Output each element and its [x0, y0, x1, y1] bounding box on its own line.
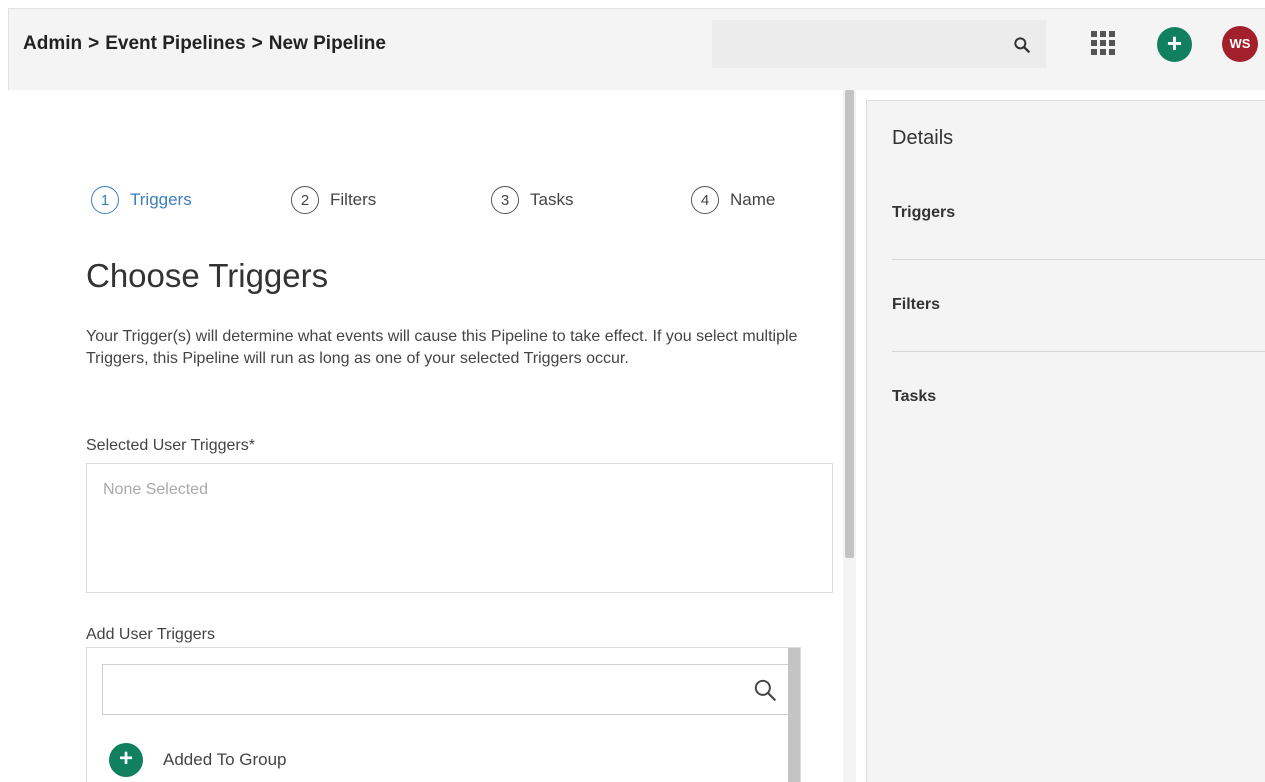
apps-grid-icon[interactable] [1091, 31, 1115, 55]
details-section-tasks: Tasks [892, 388, 937, 405]
avatar[interactable]: WS [1222, 26, 1258, 62]
step-number: 3 [491, 186, 519, 214]
page-description: Your Trigger(s) will determine what even… [86, 328, 798, 367]
details-panel: Details Triggers Filters Tasks [866, 100, 1265, 782]
trigger-search[interactable] [102, 664, 789, 715]
main-panel: 1 Triggers 2 Filters 3 Tasks 4 Name Choo… [0, 90, 843, 782]
step-triggers[interactable]: 1 Triggers [91, 186, 192, 214]
selected-triggers-label: Selected User Triggers* [86, 437, 255, 454]
step-tasks[interactable]: 3 Tasks [491, 186, 573, 214]
page-title: Choose Triggers [86, 257, 329, 294]
breadcrumb-new-pipeline: New Pipeline [268, 33, 386, 54]
add-new-button[interactable]: + [1157, 27, 1192, 62]
add-triggers-panel: + Added To Group [86, 647, 801, 782]
step-filters[interactable]: 2 Filters [291, 186, 376, 214]
breadcrumb-event-pipelines[interactable]: Event Pipelines [105, 33, 245, 55]
stepper: 1 Triggers 2 Filters 3 Tasks 4 Name [91, 186, 801, 216]
search-icon[interactable] [752, 677, 778, 703]
step-number: 2 [291, 186, 319, 214]
none-selected-placeholder: None Selected [103, 481, 208, 498]
add-triggers-label: Add User Triggers [86, 626, 215, 643]
global-search-input[interactable] [712, 20, 1002, 68]
step-label: Name [730, 190, 776, 209]
trigger-item[interactable]: + Added To Group [109, 743, 287, 777]
trigger-item-label: Added To Group [163, 750, 287, 769]
plus-icon[interactable]: + [109, 743, 143, 777]
breadcrumb-admin[interactable]: Admin [23, 33, 82, 55]
step-number: 1 [91, 186, 119, 214]
search-icon[interactable] [1012, 35, 1032, 55]
breadcrumb: Admin > Event Pipelines > New Pipeline [23, 33, 386, 55]
details-section-triggers: Triggers [892, 204, 956, 221]
details-section-filters: Filters [892, 296, 941, 313]
details-heading: Details [892, 127, 954, 149]
step-label: Triggers [130, 190, 192, 209]
scrollbar-thumb[interactable] [845, 90, 854, 558]
trigger-search-input[interactable] [103, 665, 743, 714]
step-name[interactable]: 4 Name [691, 186, 775, 214]
divider [892, 351, 1265, 352]
selected-triggers-box: None Selected [86, 463, 833, 593]
main-scrollbar[interactable] [843, 90, 856, 782]
top-bar: Admin > Event Pipelines > New Pipeline +… [8, 8, 1265, 90]
divider [892, 259, 1265, 260]
step-label: Filters [330, 190, 377, 209]
step-number: 4 [691, 186, 719, 214]
breadcrumb-separator: > [251, 33, 263, 54]
step-label: Tasks [530, 190, 574, 209]
inner-scrollbar[interactable] [788, 648, 800, 782]
breadcrumb-separator: > [88, 33, 100, 54]
global-search[interactable] [712, 20, 1046, 68]
